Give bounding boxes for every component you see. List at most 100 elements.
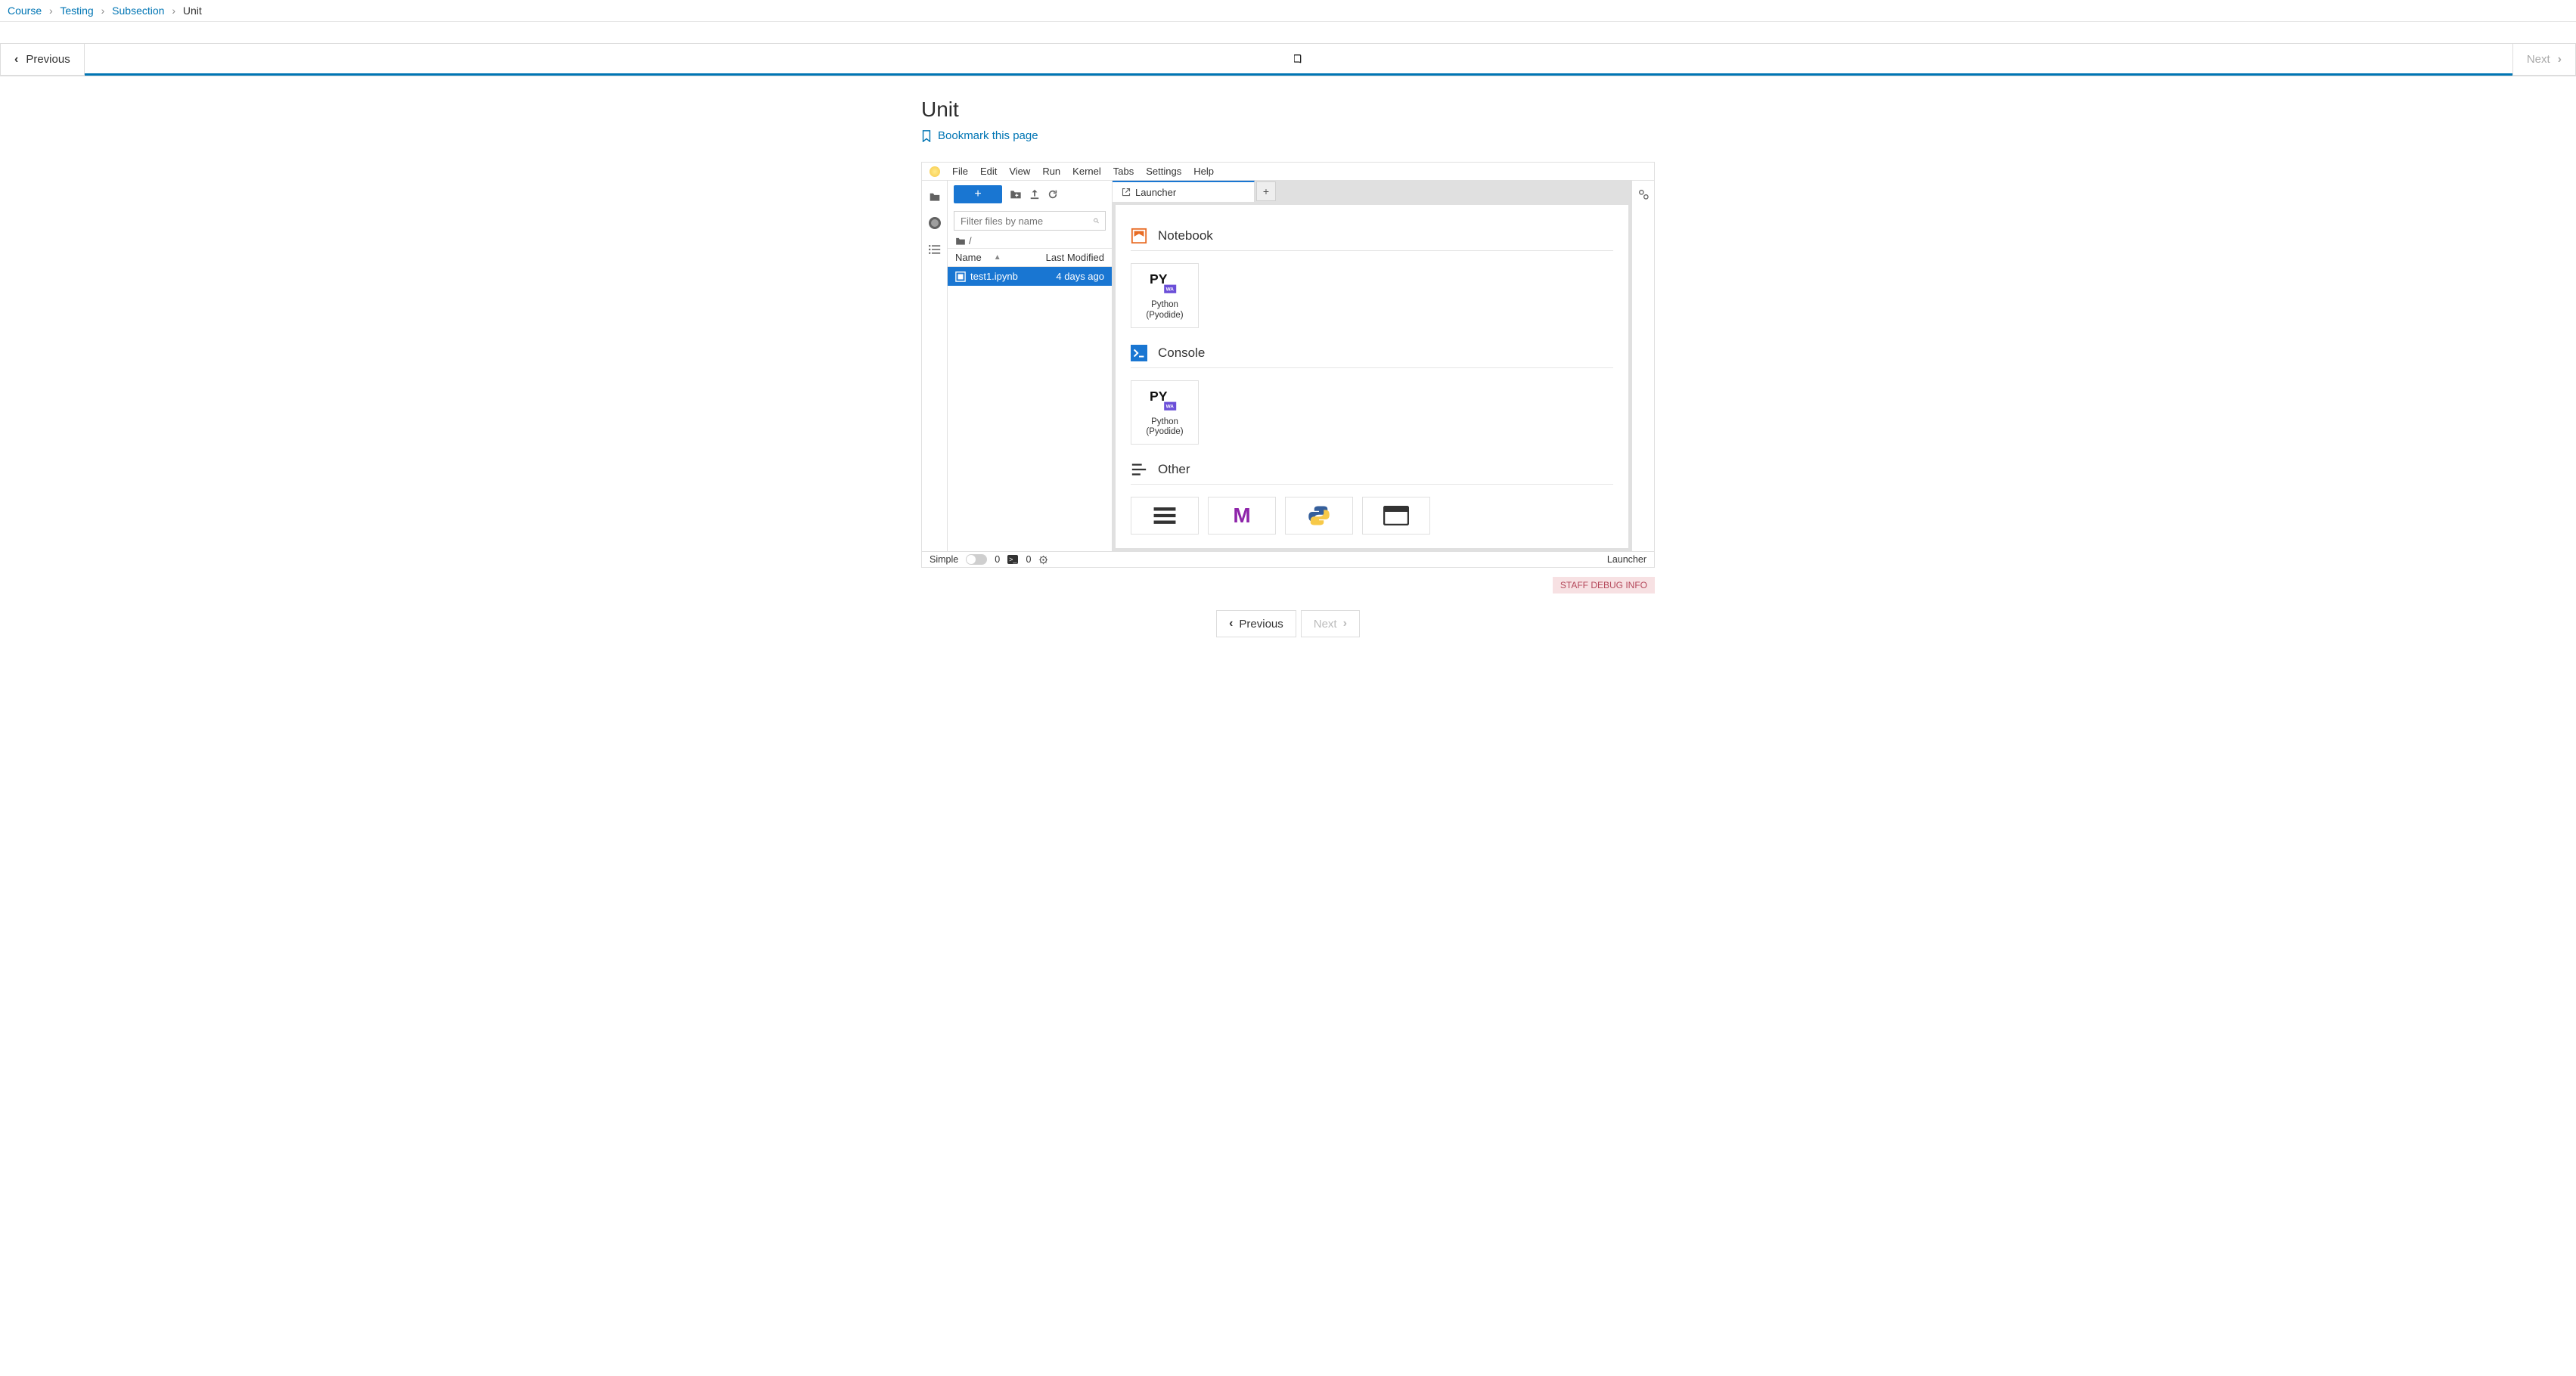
section-title-label: Notebook: [1158, 228, 1213, 243]
launcher-card-python[interactable]: [1285, 497, 1353, 535]
right-rail: [1631, 181, 1654, 551]
col-modified: Last Modified: [1046, 252, 1104, 263]
breadcrumb: Course › Testing › Subsection › Unit: [0, 0, 2576, 22]
divider: [1131, 250, 1613, 251]
left-rail: [922, 181, 948, 551]
chevron-left-icon: ‹: [14, 53, 18, 67]
menu-view[interactable]: View: [1009, 166, 1030, 177]
simple-label: Simple: [930, 554, 958, 565]
bottom-next-button[interactable]: Next ›: [1301, 610, 1360, 637]
breadcrumb-path[interactable]: /: [948, 234, 1112, 248]
filter-files-field[interactable]: [954, 211, 1106, 231]
chevron-left-icon: ‹: [1229, 617, 1233, 631]
bookmark-icon: [921, 130, 932, 142]
nav-next-button[interactable]: Next ›: [2512, 43, 2576, 76]
bottom-previous-button[interactable]: ‹ Previous: [1216, 610, 1296, 637]
tab-launcher[interactable]: Launcher: [1113, 181, 1255, 202]
menu-edit[interactable]: Edit: [980, 166, 997, 177]
launcher-panel: Notebook PY WA Python (Pyodide): [1116, 205, 1628, 548]
kernel-status-icon: [1038, 555, 1048, 565]
folder-icon: [955, 237, 966, 246]
svg-text:PY: PY: [1150, 389, 1168, 404]
sort-asc-icon: ▲: [994, 253, 1001, 262]
nav-previous-button[interactable]: ‹ Previous: [0, 43, 85, 76]
new-tab-button[interactable]: +: [1256, 181, 1276, 201]
svg-text:WA: WA: [1166, 404, 1175, 409]
col-name: Name: [955, 252, 982, 263]
file-browser: + / Name ▲ Last Modified: [948, 181, 1113, 551]
external-link-icon: [1122, 187, 1131, 197]
svg-text:WA: WA: [1166, 287, 1175, 293]
refresh-icon[interactable]: [1047, 189, 1058, 200]
running-icon[interactable]: [929, 217, 941, 229]
section-title-label: Other: [1158, 462, 1190, 477]
card-label: Python (Pyodide): [1146, 417, 1183, 439]
menu-file[interactable]: File: [952, 166, 968, 177]
tab-bar: Launcher +: [1113, 181, 1631, 202]
divider: [1131, 367, 1613, 368]
launcher-card-console-python[interactable]: PY WA Python (Pyodide): [1131, 380, 1199, 445]
markdown-icon: M: [1233, 504, 1250, 528]
svg-text:PY: PY: [1150, 271, 1168, 287]
simple-toggle[interactable]: [966, 554, 987, 565]
new-launcher-button[interactable]: +: [954, 185, 1002, 203]
breadcrumb-testing[interactable]: Testing: [60, 5, 93, 17]
divider: [1131, 484, 1613, 485]
console-section-icon: [1131, 345, 1147, 361]
chevron-right-icon: ›: [49, 5, 53, 17]
section-other: Other: [1131, 461, 1613, 478]
launcher-card-markdown[interactable]: M: [1208, 497, 1276, 535]
folder-icon[interactable]: [928, 191, 942, 202]
launcher-card-terminal[interactable]: [1362, 497, 1430, 535]
chevron-right-icon: ›: [2558, 53, 2562, 67]
menu-run[interactable]: Run: [1042, 166, 1060, 177]
python-pyodide-icon: PY WA: [1150, 389, 1180, 413]
menu-tabs[interactable]: Tabs: [1113, 166, 1134, 177]
section-notebook: Notebook: [1131, 228, 1613, 244]
notebook-file-icon: [955, 271, 966, 282]
chevron-right-icon: ›: [101, 5, 105, 17]
status-count-2: 0: [1026, 554, 1031, 565]
list-icon[interactable]: [929, 244, 941, 255]
jupyter-menubar: File Edit View Run Kernel Tabs Settings …: [922, 163, 1654, 181]
bottom-next-label: Next: [1314, 618, 1337, 631]
nav-unit-tab[interactable]: [85, 43, 2512, 76]
jupyterlab-frame: File Edit View Run Kernel Tabs Settings …: [921, 162, 1655, 568]
launcher-card-notebook-python[interactable]: PY WA Python (Pyodide): [1131, 263, 1199, 328]
card-label: Python (Pyodide): [1146, 300, 1183, 321]
status-right: Launcher: [1607, 554, 1646, 565]
upload-icon[interactable]: [1029, 189, 1040, 200]
filter-input[interactable]: [961, 215, 1094, 227]
search-icon: [1094, 215, 1099, 226]
path-label: /: [969, 235, 972, 246]
section-console: Console: [1131, 345, 1613, 361]
file-row[interactable]: test1.ipynb 4 days ago: [948, 267, 1112, 286]
staff-debug-info[interactable]: STAFF DEBUG INFO: [921, 578, 1655, 590]
bookmark-label: Bookmark this page: [938, 129, 1038, 142]
nav-previous-label: Previous: [26, 53, 70, 66]
launcher-card-text[interactable]: [1131, 497, 1199, 535]
settings-gears-icon[interactable]: [1637, 188, 1650, 200]
tab-label: Launcher: [1135, 187, 1176, 198]
breadcrumb-current: Unit: [183, 5, 202, 17]
section-title-label: Console: [1158, 346, 1205, 361]
terminal-icon: [1383, 506, 1409, 525]
chevron-right-icon: ›: [172, 5, 175, 17]
new-folder-icon[interactable]: [1010, 189, 1022, 200]
file-list-header[interactable]: Name ▲ Last Modified: [948, 248, 1112, 267]
bottom-nav: ‹ Previous Next ›: [0, 610, 2576, 637]
status-bar: Simple 0 >_ 0 Launcher: [922, 551, 1654, 567]
nav-next-label: Next: [2527, 53, 2550, 66]
jupyter-main: Launcher + Notebook PY: [1113, 181, 1631, 551]
menu-settings[interactable]: Settings: [1146, 166, 1181, 177]
bookmark-button[interactable]: Bookmark this page: [921, 129, 1655, 142]
breadcrumb-course[interactable]: Course: [8, 5, 42, 17]
status-count-1: 0: [995, 554, 1000, 565]
menu-kernel[interactable]: Kernel: [1072, 166, 1101, 177]
terminal-status-icon: >_: [1007, 555, 1018, 564]
breadcrumb-subsection[interactable]: Subsection: [112, 5, 164, 17]
notebook-section-icon: [1131, 228, 1147, 244]
menu-help[interactable]: Help: [1193, 166, 1214, 177]
lightbulb-icon[interactable]: [930, 166, 940, 177]
book-icon: [1293, 53, 1305, 65]
